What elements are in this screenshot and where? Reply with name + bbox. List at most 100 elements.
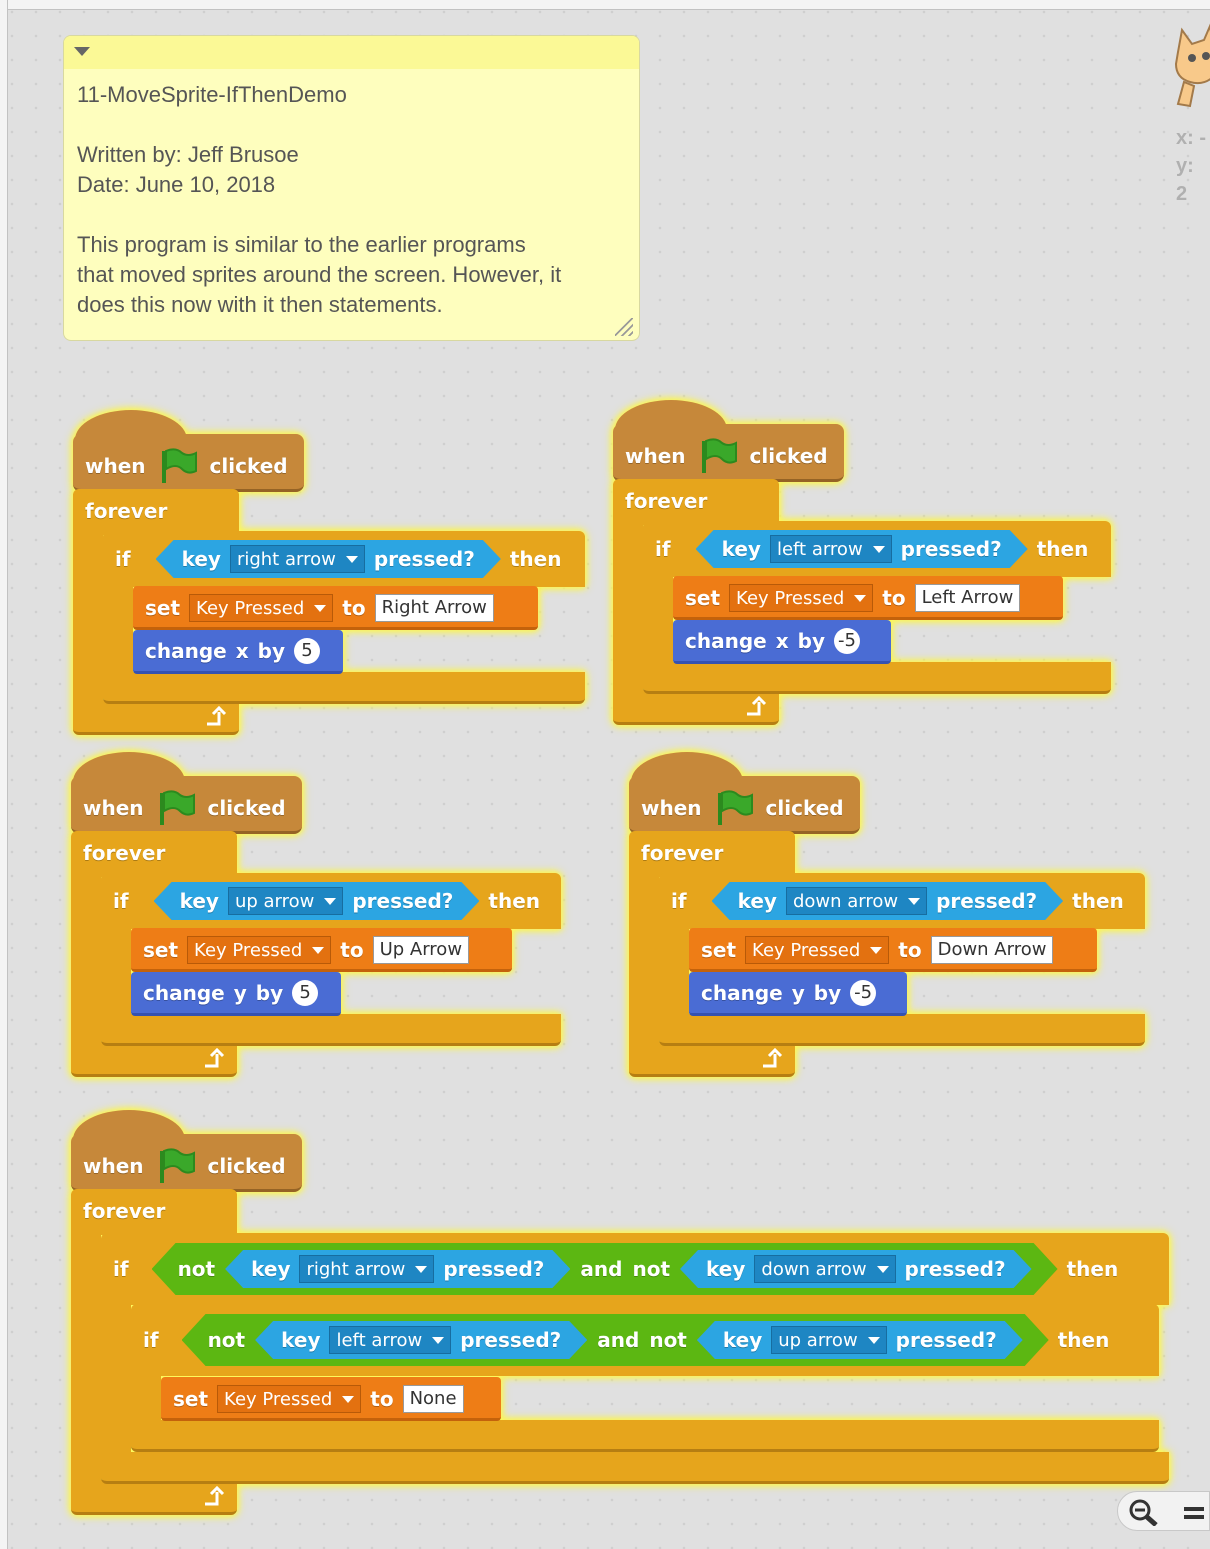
value-input[interactable]: Left Arrow [914, 584, 1021, 612]
if-block[interactable]: if key right arrow pressed? then [103, 531, 585, 587]
change-x-block[interactable]: change x by 5 [133, 630, 343, 674]
by-label: by [797, 629, 825, 653]
change-y-block[interactable]: change y by -5 [689, 972, 907, 1016]
key-label: key [181, 547, 221, 571]
forever-block[interactable]: forever [71, 831, 237, 877]
value-input[interactable]: Down Arrow [930, 936, 1054, 964]
forever-block[interactable]: forever [629, 831, 795, 877]
and-operator-block[interactable]: not key right arrow pressed? and not key… [152, 1243, 1058, 1295]
by-label: by [255, 981, 284, 1005]
dropdown-arrow-icon [854, 594, 867, 602]
when-label: when [83, 1154, 144, 1178]
variable-dropdown[interactable]: Key Pressed [187, 936, 332, 964]
key-pressed-block[interactable]: key down arrow pressed? [680, 1250, 1032, 1288]
workspace-left-border [0, 0, 8, 1549]
key-pressed-block[interactable]: key right arrow pressed? [156, 540, 501, 578]
when-flag-clicked-hat[interactable]: when clicked [73, 410, 304, 492]
then-label: then [1072, 889, 1124, 913]
loop-arrow-icon [763, 1048, 783, 1068]
green-flag-icon [701, 438, 737, 473]
set-variable-block[interactable]: set Key Pressed to Right Arrow [133, 586, 538, 630]
sprite-coords: x: - y: 2 [1176, 124, 1210, 208]
set-variable-block[interactable]: set Key Pressed to Up Arrow [131, 928, 512, 972]
not-label: not [177, 1257, 216, 1281]
zoom-out-icon[interactable] [1126, 1498, 1162, 1526]
set-label: set [685, 586, 721, 610]
variable-dropdown[interactable]: Key Pressed [745, 936, 890, 964]
collapse-arrow-icon[interactable] [74, 47, 90, 56]
comment-line: This program is similar to the earlier p… [77, 232, 526, 257]
then-label: then [509, 547, 562, 571]
inner-if-block[interactable]: if not key left arrow pressed? and not k… [131, 1304, 1159, 1376]
key-pressed-block[interactable]: key up arrow pressed? [154, 882, 480, 920]
key-dropdown[interactable]: right arrow [230, 545, 365, 573]
value-input[interactable]: None [402, 1385, 464, 1413]
by-label: by [257, 639, 285, 663]
if-block[interactable]: if key up arrow pressed? then [101, 873, 561, 929]
dropdown-arrow-icon [314, 604, 327, 612]
key-value: right arrow [306, 1258, 406, 1280]
amount-input[interactable]: -5 [833, 628, 860, 654]
set-variable-block[interactable]: set Key Pressed to Down Arrow [689, 928, 1097, 972]
forever-block[interactable]: forever [73, 489, 239, 535]
if-block[interactable]: if key left arrow pressed? then [643, 521, 1111, 577]
forever-footer [71, 1042, 237, 1077]
and-operator-block[interactable]: not key left arrow pressed? and not key … [182, 1314, 1049, 1366]
value-input[interactable]: Right Arrow [374, 594, 494, 622]
variable-dropdown[interactable]: Key Pressed [729, 584, 874, 612]
when-label: when [85, 454, 146, 478]
when-flag-clicked-hat[interactable]: when clicked [629, 752, 860, 834]
resize-handle-icon[interactable] [615, 318, 633, 336]
change-y-block[interactable]: change y by 5 [131, 972, 341, 1016]
key-dropdown[interactable]: left arrow [329, 1326, 451, 1354]
amount-input[interactable]: 5 [292, 980, 319, 1006]
key-value: up arrow [234, 890, 315, 912]
comment-text[interactable]: 11-MoveSprite-IfThenDemo Written by: Jef… [77, 80, 625, 320]
value-input[interactable]: Up Arrow [372, 936, 470, 964]
key-value: left arrow [776, 538, 863, 560]
by-label: by [813, 981, 842, 1005]
key-dropdown[interactable]: down arrow [786, 887, 927, 915]
key-dropdown[interactable]: up arrow [771, 1326, 886, 1354]
if-arm [103, 586, 133, 674]
set-variable-block[interactable]: set Key Pressed to Left Arrow [673, 576, 1063, 620]
key-pressed-block[interactable]: key left arrow pressed? [696, 530, 1028, 568]
key-pressed-block[interactable]: key right arrow pressed? [225, 1250, 570, 1288]
amount-input[interactable]: -5 [850, 980, 877, 1006]
key-dropdown[interactable]: up arrow [228, 887, 343, 915]
key-dropdown[interactable]: right arrow [299, 1255, 434, 1283]
variable-dropdown[interactable]: Key Pressed [189, 594, 334, 622]
set-variable-block[interactable]: set Key Pressed to None [161, 1377, 501, 1421]
forever-arm [629, 876, 659, 1046]
if-label: if [143, 1328, 159, 1352]
axis-label: y [233, 981, 247, 1005]
when-flag-clicked-hat[interactable]: when clicked [613, 400, 844, 482]
key-pressed-block[interactable]: key left arrow pressed? [255, 1321, 587, 1359]
key-label: key [281, 1328, 321, 1352]
forever-block[interactable]: forever [71, 1189, 237, 1235]
comment-note[interactable]: 11-MoveSprite-IfThenDemo Written by: Jef… [64, 36, 639, 340]
if-block[interactable]: if key down arrow pressed? then [659, 873, 1145, 929]
key-pressed-block[interactable]: key up arrow pressed? [697, 1321, 1023, 1359]
key-dropdown[interactable]: down arrow [754, 1255, 895, 1283]
if-label: if [113, 1257, 129, 1281]
variable-dropdown[interactable]: Key Pressed [217, 1385, 362, 1413]
when-flag-clicked-hat[interactable]: when clicked [71, 752, 302, 834]
if-label: if [671, 889, 687, 913]
when-flag-clicked-hat[interactable]: when clicked [71, 1110, 302, 1192]
zoom-reset-icon[interactable] [1178, 1501, 1210, 1525]
key-pressed-block[interactable]: key down arrow pressed? [712, 882, 1064, 920]
comment-titlebar[interactable] [64, 36, 639, 69]
change-x-block[interactable]: change x by -5 [673, 620, 891, 664]
key-dropdown[interactable]: left arrow [770, 535, 892, 563]
forever-block[interactable]: forever [613, 479, 779, 525]
key-value: right arrow [236, 548, 336, 570]
key-value: down arrow [761, 1258, 867, 1280]
outer-if-block[interactable]: if not key right arrow pressed? and not … [101, 1233, 1169, 1305]
key-value: left arrow [336, 1329, 423, 1351]
amount-input[interactable]: 5 [293, 638, 320, 664]
pressed-label: pressed? [900, 537, 1002, 561]
change-label: change [143, 981, 225, 1005]
clicked-label: clicked [765, 796, 844, 820]
loop-arrow-icon [207, 706, 227, 726]
